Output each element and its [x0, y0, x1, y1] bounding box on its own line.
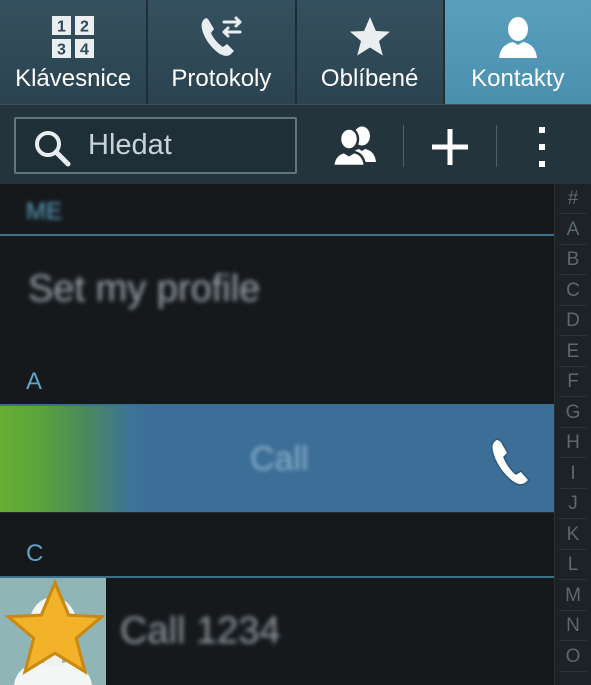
index-letter[interactable]: F [555, 367, 591, 397]
phone-icon [491, 438, 531, 486]
groups-icon [331, 126, 376, 168]
index-letter[interactable]: B [555, 245, 591, 275]
keypad-digit: 3 [57, 42, 66, 59]
star-icon [349, 17, 390, 56]
search-toolbar [0, 104, 591, 184]
toolbar-divider [403, 125, 404, 167]
groups-button[interactable] [328, 119, 384, 175]
toolbar-divider [496, 125, 497, 167]
index-letter[interactable]: E [555, 337, 591, 367]
keypad-digit: 2 [80, 19, 89, 36]
tab-label: Protokoly [171, 65, 272, 92]
search-icon [35, 131, 71, 167]
section-letter: A [26, 368, 43, 395]
index-letter[interactable]: H [555, 428, 591, 458]
tab-logs[interactable]: Protokoly [148, 0, 297, 104]
index-letter[interactable]: A [555, 215, 591, 245]
index-letter[interactable]: # [555, 184, 591, 214]
tab-label: Kontakty [471, 65, 565, 92]
more-vertical-icon [539, 127, 545, 167]
contact-name: Call 1234 [120, 610, 281, 652]
tab-keypad[interactable]: 1 2 3 4 Klávesnice [0, 0, 149, 104]
index-letter[interactable]: K [555, 520, 591, 550]
alphabet-index-bar[interactable]: # A B C D E F G H I J K L M N O [554, 184, 591, 685]
dialpad-icon: 1 2 3 4 [52, 16, 95, 59]
plus-icon [432, 129, 468, 165]
tab-favorites[interactable]: Oblíbené [296, 0, 445, 104]
keypad-digit: 4 [80, 42, 89, 59]
tab-label: Oblíbené [320, 65, 419, 92]
tab-label: Klávesnice [15, 65, 132, 92]
tab-contacts[interactable]: Kontakty [444, 0, 591, 104]
section-rule [0, 234, 554, 236]
menu-button[interactable] [514, 119, 570, 175]
avatar[interactable] [0, 578, 106, 685]
section-letter: C [26, 540, 44, 567]
index-letter[interactable]: G [555, 398, 591, 428]
index-letter[interactable]: L [555, 550, 591, 580]
contacts-screen: 1 2 3 4 Klávesnice Protokoly Oblíbené Ko… [0, 0, 591, 685]
search-input[interactable] [88, 119, 288, 172]
call-log-icon [202, 16, 242, 56]
index-letter[interactable]: M [555, 581, 591, 611]
section-letter: ME [26, 198, 62, 225]
contact-list[interactable]: ME Set my profile A Call C Call 1234 [0, 184, 554, 685]
person-icon [498, 17, 537, 58]
keypad-digit: 1 [57, 19, 66, 36]
section-header-a: A [0, 354, 554, 406]
set-profile-row[interactable]: Set my profile [28, 268, 260, 311]
contact-row[interactable]: Call 1234 [0, 578, 554, 685]
add-contact-button[interactable] [422, 119, 478, 175]
index-letter[interactable]: J [555, 489, 591, 519]
index-letter[interactable]: I [555, 459, 591, 489]
search-box[interactable] [14, 117, 297, 174]
tab-bar: 1 2 3 4 Klávesnice Protokoly Oblíbené Ko… [0, 0, 591, 104]
index-letter[interactable]: O [555, 642, 591, 672]
index-letter[interactable]: C [555, 276, 591, 306]
index-letter[interactable]: N [555, 611, 591, 641]
swipe-call-label: Call [250, 440, 309, 478]
favorite-star-icon [4, 578, 106, 675]
row-divider [0, 512, 554, 513]
swipe-to-call-row[interactable]: Call [0, 406, 554, 512]
section-header-me: ME [0, 184, 554, 236]
index-letter[interactable]: D [555, 306, 591, 336]
section-header-c: C [0, 526, 554, 578]
